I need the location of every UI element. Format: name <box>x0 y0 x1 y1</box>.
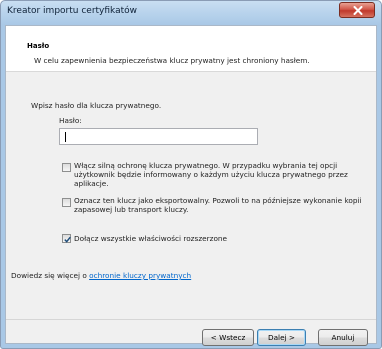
section-title: Hasło <box>27 42 50 50</box>
exportable-line-2: zapasowej lub transport kluczy. <box>74 205 189 214</box>
strong-protection-line-1: Włącz silną ochronę klucza prywatnego. W… <box>74 161 338 170</box>
cancel-button[interactable]: Anuluj <box>318 329 368 346</box>
window-title: Kreator importu certyfikatów <box>7 6 138 16</box>
password-label: Hasło: <box>59 116 82 125</box>
exportable-label: Oznacz ten klucz jako eksportowalny. Poz… <box>74 196 362 214</box>
wizard-header: Hasło W celu zapewnienia bezpieczeństwa … <box>6 26 376 72</box>
close-icon <box>353 6 363 15</box>
footer-divider <box>6 319 376 320</box>
learn-more-text: Dowiedz się więcej o ochronie kluczy pry… <box>11 271 191 280</box>
wizard-window: Kreator importu certyfikatów Hasło W cel… <box>0 0 382 349</box>
checkmark-icon <box>64 236 71 243</box>
extended-properties-label: Dołącz wszystkie właściwości rozszerzone <box>74 234 227 243</box>
wizard-body: Hasło W celu zapewnienia bezpieczeństwa … <box>5 25 377 346</box>
text-caret <box>65 132 66 142</box>
strong-protection-label: Włącz silną ochronę klucza prywatnego. W… <box>74 161 348 188</box>
next-button[interactable]: Dalej > <box>257 329 306 346</box>
exportable-checkbox[interactable] <box>62 198 71 207</box>
close-button[interactable] <box>339 2 375 18</box>
title-bar: Kreator importu certyfikatów <box>1 1 381 25</box>
extended-properties-checkbox[interactable] <box>62 234 71 243</box>
password-input[interactable] <box>59 128 258 145</box>
section-description: W celu zapewnienia bezpieczeństwa klucz … <box>34 56 310 65</box>
learn-more-link[interactable]: ochronie kluczy prywatnych <box>89 271 191 280</box>
password-prompt: Wpisz hasło dla klucza prywatnego. <box>31 101 162 110</box>
extended-properties-line-1: Dołącz wszystkie właściwości rozszerzone <box>74 234 228 243</box>
strong-protection-line-3: aplikacje. <box>74 179 109 188</box>
back-button[interactable]: < Wstecz <box>202 329 254 346</box>
exportable-line-1: Oznacz ten klucz jako eksportowalny. Poz… <box>74 196 362 205</box>
strong-protection-line-2: użytkownik będzie informowany o każdym u… <box>74 170 348 179</box>
learn-more-prefix: Dowiedz się więcej o <box>11 271 90 280</box>
strong-protection-checkbox[interactable] <box>62 163 71 172</box>
